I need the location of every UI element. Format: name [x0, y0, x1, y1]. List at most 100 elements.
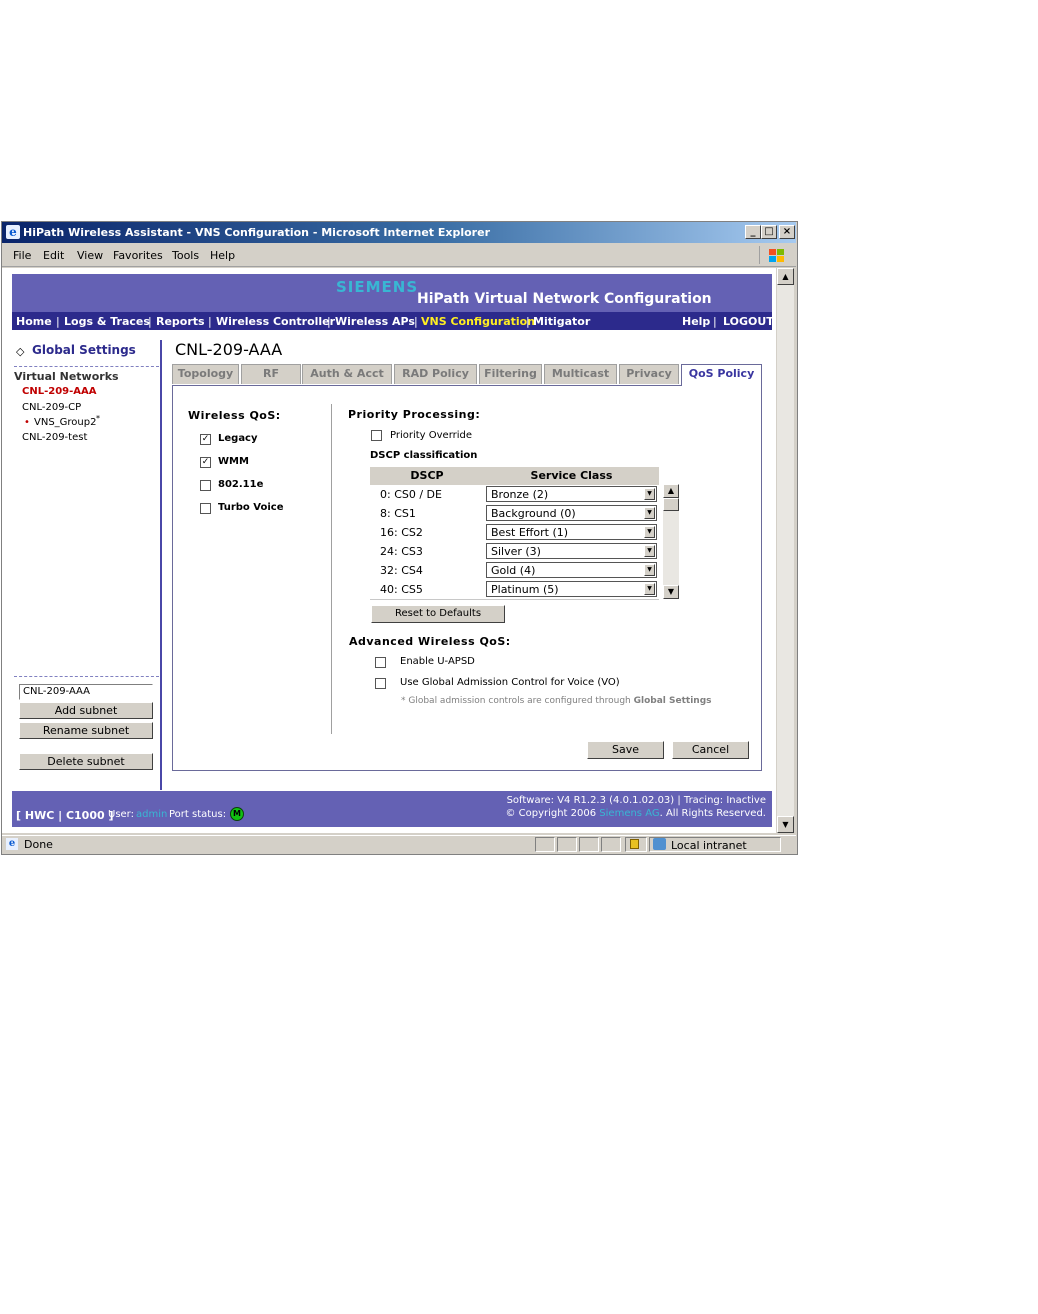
service-class-select[interactable]: Silver (3) ▼	[486, 543, 657, 559]
scroll-up-icon[interactable]: ▲	[777, 268, 794, 285]
legacy-label: Legacy	[218, 433, 258, 444]
dscp-value: 16: CS2	[380, 526, 423, 539]
menu-help[interactable]: Help	[210, 249, 235, 262]
80211e-label: 802.11e	[218, 479, 264, 490]
dscp-value: 0: CS0 / DE	[380, 488, 442, 501]
maximize-button[interactable]: □	[761, 225, 777, 239]
nav-home[interactable]: Home	[16, 315, 52, 328]
menu-edit[interactable]: Edit	[43, 249, 64, 262]
rename-subnet-button[interactable]: Rename subnet	[19, 722, 153, 739]
menu-favorites[interactable]: Favorites	[113, 249, 163, 262]
dscp-value: 40: CS5	[380, 583, 423, 596]
global-settings-link[interactable]: Global Settings	[32, 343, 136, 357]
reset-to-defaults-button[interactable]: Reset to Defaults	[371, 605, 505, 623]
scroll-up-icon[interactable]: ▲	[663, 484, 679, 498]
nav-logs-traces[interactable]: Logs & Traces	[64, 315, 150, 328]
cancel-button[interactable]: Cancel	[672, 741, 749, 759]
siemens-logo: SIEMENS	[336, 278, 419, 296]
port-status-icon: M	[230, 807, 244, 821]
priority-processing-label: Priority Processing:	[348, 408, 481, 421]
save-button[interactable]: Save	[587, 741, 664, 759]
enable-uapsd-checkbox[interactable]	[375, 657, 386, 668]
priority-override-checkbox[interactable]	[371, 430, 382, 441]
advanced-wireless-qos-label: Advanced Wireless QoS:	[349, 635, 511, 648]
page-footer: [ HWC | C1000 ] User: admin Port status:…	[12, 791, 772, 827]
page-title: CNL-209-AAA	[175, 340, 283, 359]
table-scrollbar[interactable]: ▲ ▼	[663, 484, 679, 599]
priority-override-label: Priority Override	[390, 430, 473, 441]
add-subnet-button[interactable]: Add subnet	[19, 702, 153, 719]
intranet-icon	[653, 838, 666, 850]
wmm-checkbox[interactable]: ✓	[200, 457, 211, 468]
internet-explorer-icon: e	[6, 225, 20, 239]
service-class-select[interactable]: Background (0) ▼	[486, 505, 657, 521]
tab-rf[interactable]: RF	[241, 364, 301, 384]
nav-mitigator[interactable]: Mitigator	[533, 315, 590, 328]
tab-privacy[interactable]: Privacy	[619, 364, 679, 384]
page-scrollbar[interactable]: ▲ ▼	[777, 268, 794, 833]
minimize-button[interactable]: _	[745, 225, 761, 239]
service-class-select[interactable]: Platinum (5) ▼	[486, 581, 657, 597]
menu-file[interactable]: File	[13, 249, 31, 262]
80211e-checkbox[interactable]	[200, 480, 211, 491]
chevron-down-icon: ▼	[644, 545, 655, 557]
close-button[interactable]: ×	[779, 225, 795, 239]
dscp-value: 24: CS3	[380, 545, 423, 558]
menu-tools[interactable]: Tools	[172, 249, 199, 262]
software-version: Software: V4 R1.2.3 (4.0.1.02.03) | Trac…	[506, 795, 766, 806]
chevron-down-icon: ▼	[644, 583, 655, 595]
scroll-thumb[interactable]	[663, 498, 679, 511]
nav-separator: |	[414, 315, 418, 328]
tab-qos-policy[interactable]: QoS Policy	[681, 364, 762, 386]
nav-help[interactable]: Help	[682, 315, 710, 328]
scroll-down-icon[interactable]: ▼	[663, 585, 679, 599]
sidebar-divider	[14, 676, 159, 677]
page-banner: SIEMENS HiPath Virtual Network Configura…	[12, 274, 772, 312]
network-cnl-209-aaa[interactable]: CNL-209-AAA	[22, 386, 96, 397]
legacy-checkbox[interactable]: ✓	[200, 434, 211, 445]
table-row: 0: CS0 / DE Bronze (2) ▼	[370, 485, 659, 505]
network-cnl-209-test[interactable]: CNL-209-test	[22, 432, 87, 443]
tab-rad-policy[interactable]: RAD Policy	[394, 364, 477, 384]
service-class-select[interactable]: Bronze (2) ▼	[486, 486, 657, 502]
chevron-down-icon: ▼	[644, 507, 655, 519]
tab-topology[interactable]: Topology	[172, 364, 239, 384]
nav-separator: |	[713, 315, 717, 328]
web-content: SIEMENS HiPath Virtual Network Configura…	[2, 268, 776, 833]
tab-filtering[interactable]: Filtering	[479, 364, 542, 384]
delete-subnet-button[interactable]: Delete subnet	[19, 753, 153, 770]
status-cell	[601, 837, 621, 852]
global-settings-note-link[interactable]: Global Settings	[634, 696, 712, 706]
nav-separator: |	[526, 315, 530, 328]
subnet-name-input[interactable]: CNL-209-AAA	[19, 684, 153, 700]
tab-auth-acct[interactable]: Auth & Acct	[302, 364, 392, 384]
nav-separator: |	[148, 315, 152, 328]
diamond-icon: ◇	[16, 345, 25, 358]
tab-multicast[interactable]: Multicast	[544, 364, 617, 384]
menu-view[interactable]: View	[77, 249, 103, 262]
service-class-select[interactable]: Gold (4) ▼	[486, 562, 657, 578]
dscp-value: 32: CS4	[380, 564, 423, 577]
service-class-select[interactable]: Best Effort (1) ▼	[486, 524, 657, 540]
page-icon: e	[6, 838, 18, 850]
nav-wireless-aps[interactable]: Wireless APs	[335, 315, 415, 328]
user-link[interactable]: admin	[136, 809, 167, 820]
network-cnl-209-cp[interactable]: CNL-209-CP	[22, 402, 81, 413]
network-vns-group2[interactable]: VNS_Group2	[34, 417, 96, 428]
siemens-ag-link[interactable]: Siemens AG	[599, 808, 659, 819]
port-status-label: Port status:	[169, 809, 227, 820]
global-admission-checkbox[interactable]	[375, 678, 386, 689]
enable-uapsd-label: Enable U-APSD	[400, 656, 475, 667]
nav-reports[interactable]: Reports	[156, 315, 205, 328]
nav-logout[interactable]: LOGOUT	[723, 315, 774, 328]
sidebar-divider-vertical	[160, 340, 162, 790]
turbo-voice-checkbox[interactable]	[200, 503, 211, 514]
window-title: HiPath Wireless Assistant - VNS Configur…	[23, 226, 490, 239]
status-cell	[557, 837, 577, 852]
global-admission-note: * Global admission controls are configur…	[401, 696, 712, 706]
nav-wireless-controller[interactable]: Wireless Controller	[216, 315, 335, 328]
scroll-down-icon[interactable]: ▼	[777, 816, 794, 833]
group-bullet-icon: •	[24, 417, 30, 428]
dscp-column-header: DSCP	[370, 467, 484, 485]
nav-vns-configuration[interactable]: VNS Configuration	[421, 315, 535, 328]
